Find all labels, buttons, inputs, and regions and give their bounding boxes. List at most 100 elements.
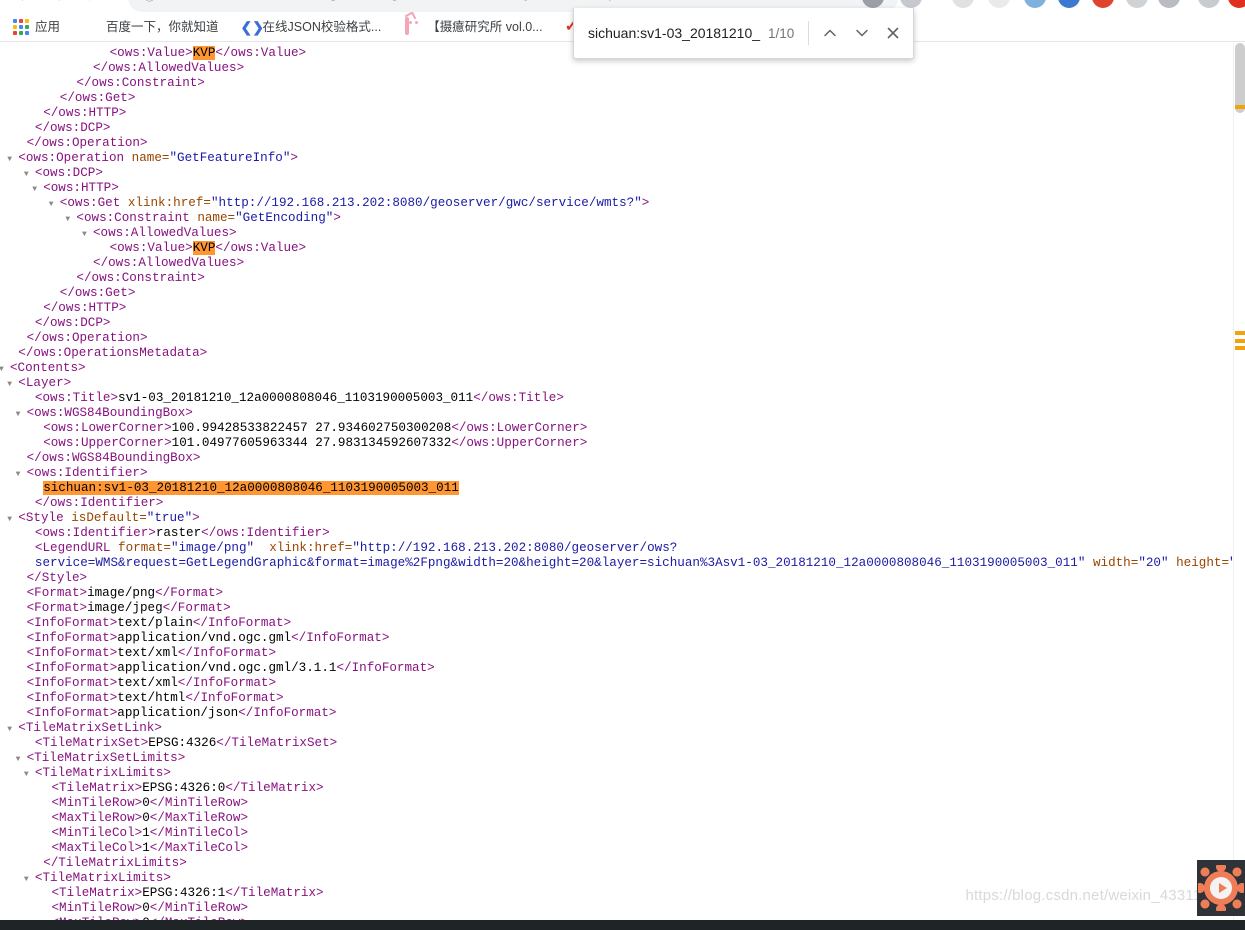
xml-token: </MinTileRow>: [149, 796, 249, 810]
tree-twisty-icon[interactable]: ▼: [49, 197, 54, 212]
xml-token: </ows:UpperCorner>: [451, 436, 588, 450]
tree-twisty-icon[interactable]: ▼: [7, 722, 12, 737]
xml-token: xlink:href=: [269, 541, 353, 555]
xml-token: </ows:Identifier>: [201, 526, 330, 540]
xml-line: ▼ <ows:Constraint name="GetEncoding">: [0, 211, 1233, 226]
bookmark-label: 【摄癔研究所 vol.0...: [427, 19, 543, 34]
xml-token: [1169, 556, 1177, 570]
tree-twisty-icon[interactable]: ▼: [24, 767, 29, 782]
xml-token: <ows:Value>: [109, 46, 193, 60]
xml-line: <InfoFormat>text/xml</InfoFormat>: [0, 676, 1233, 691]
find-previous-button[interactable]: [814, 15, 846, 51]
xml-token: </ows:HTTP>: [43, 301, 127, 315]
xml-line: ▼ <ows:Identifier>: [0, 466, 1233, 481]
xml-line: </ows:AllowedValues>: [0, 61, 1233, 76]
xml-token: </ows:Get>: [59, 286, 136, 300]
find-next-button[interactable]: [846, 15, 878, 51]
bookmark-star-icon[interactable]: [900, 0, 922, 8]
bookmark-json-validator[interactable]: ❮❯ 在线JSON校验格式...: [234, 16, 389, 38]
xml-token: application/vnd.ogc.gml: [117, 631, 292, 645]
xml-token: 1: [142, 841, 150, 855]
scrollbar-thumb[interactable]: [1235, 43, 1245, 113]
xml-token: >: [641, 196, 650, 210]
apps-grid-icon: [13, 18, 29, 35]
xml-token: </ows:HTTP>: [43, 106, 127, 120]
profile-avatar[interactable]: [1198, 0, 1220, 8]
xml-token: application/vnd.ogc.gml/3.1.1: [117, 661, 337, 675]
baidu-paw-icon: [84, 19, 100, 35]
xml-token: <TileMatrixSetLimits>: [26, 751, 186, 765]
find-match-tick: [1235, 105, 1245, 109]
xml-token: 1: [142, 826, 150, 840]
xml-token: >: [290, 151, 298, 165]
find-match-tick: [1235, 339, 1245, 343]
reload-icon[interactable]: ↻: [78, 0, 100, 8]
extension-icon-7[interactable]: [1228, 0, 1245, 8]
omnibox-url[interactable]: 192.168.213.202:8080/geoserver/gwc/servi…: [196, 0, 659, 1]
xml-token: "image/png": [170, 541, 255, 555]
xml-token: EPSG:4326:1: [142, 886, 226, 900]
xml-token: >: [333, 211, 341, 225]
xml-line: service=WMS&request=GetLegendGraphic&for…: [0, 556, 1233, 571]
xml-token: 0: [142, 901, 150, 915]
xml-line: </ows:Constraint>: [0, 76, 1233, 91]
xml-line: </ows:Get>: [0, 286, 1233, 301]
tree-twisty-icon[interactable]: ▼: [65, 212, 70, 227]
xml-token: text/html: [117, 691, 186, 705]
bookmark-apps[interactable]: 应用: [6, 16, 67, 38]
find-input[interactable]: [588, 25, 764, 41]
xml-token: <MaxTileCol>: [51, 841, 143, 855]
xml-token: <InfoFormat>: [26, 706, 118, 720]
extension-icon-4[interactable]: [1058, 0, 1080, 8]
tree-twisty-icon[interactable]: ▼: [16, 752, 21, 767]
xml-line: ▼ <TileMatrixSetLimits>: [0, 751, 1233, 766]
tree-twisty-icon[interactable]: ▼: [16, 467, 21, 482]
xml-token: </InfoFormat>: [238, 706, 337, 720]
extension-icon-6[interactable]: [1126, 0, 1148, 8]
xml-token: <MinTileRow>: [51, 901, 143, 915]
back-arrow-icon[interactable]: ←: [14, 0, 36, 8]
xml-tree-viewer[interactable]: <ows:Value>KVP</ows:Value> </ows:AllowedV…: [0, 43, 1233, 920]
xml-token: </ows:OperationsMetadata>: [18, 346, 208, 360]
forward-arrow-icon[interactable]: →: [46, 0, 68, 8]
find-close-button[interactable]: [877, 15, 909, 51]
tree-twisty-icon[interactable]: ▼: [7, 152, 12, 167]
site-info-icon[interactable]: ⓘ: [144, 0, 155, 4]
xml-token: 0: [142, 811, 150, 825]
extension-icon-2[interactable]: [988, 0, 1010, 8]
xml-token: <MinTileCol>: [51, 826, 143, 840]
xml-token: </ows:Operation>: [26, 331, 148, 345]
page-scrollbar[interactable]: [1233, 43, 1245, 920]
xml-line: </ows:DCP>: [0, 316, 1233, 331]
tree-twisty-icon[interactable]: ▼: [24, 167, 29, 182]
xml-token: <TileMatrixSet>: [34, 736, 149, 750]
tree-twisty-icon[interactable]: ▼: [7, 512, 12, 527]
tree-twisty-icon[interactable]: ▼: [82, 227, 87, 242]
tree-twisty-icon[interactable]: ▼: [24, 872, 29, 887]
tree-twisty-icon[interactable]: ▼: [7, 377, 12, 392]
xml-token: [1085, 556, 1093, 570]
xml-line: </ows:Constraint>: [0, 271, 1233, 286]
xml-token: <InfoFormat>: [26, 676, 118, 690]
tree-twisty-icon[interactable]: ▼: [32, 182, 37, 197]
xml-line: </TileMatrixLimits>: [0, 856, 1233, 871]
floating-video-widget[interactable]: [1197, 860, 1245, 916]
xml-line: ▼ <TileMatrixLimits>: [0, 766, 1233, 781]
xml-token: <InfoFormat>: [26, 661, 118, 675]
bookmark-bilibili[interactable]: 【摄癔研究所 vol.0...: [398, 16, 549, 38]
xml-line: ▼ <ows:HTTP>: [0, 181, 1233, 196]
xml-token: <LegendURL: [34, 541, 119, 555]
menu-icon[interactable]: [1158, 0, 1180, 8]
xml-token: <ows:Title>: [34, 391, 119, 405]
bookmark-baidu[interactable]: 百度一下，你就知道: [77, 16, 226, 38]
xml-line: ▼ <TileMatrixSetLink>: [0, 721, 1233, 736]
tree-twisty-icon[interactable]: ▼: [0, 362, 4, 377]
find-in-page-bar[interactable]: 1/10: [573, 8, 914, 59]
xml-line: </ows:HTTP>: [0, 106, 1233, 121]
xml-line: </ows:WGS84BoundingBox>: [0, 451, 1233, 466]
extension-icon-1[interactable]: [952, 0, 974, 8]
extension-icon-3[interactable]: [1024, 0, 1046, 8]
extension-icon-5[interactable]: [1092, 0, 1114, 8]
tree-twisty-icon[interactable]: ▼: [16, 407, 21, 422]
xml-line: </ows:Identifier>: [0, 496, 1233, 511]
